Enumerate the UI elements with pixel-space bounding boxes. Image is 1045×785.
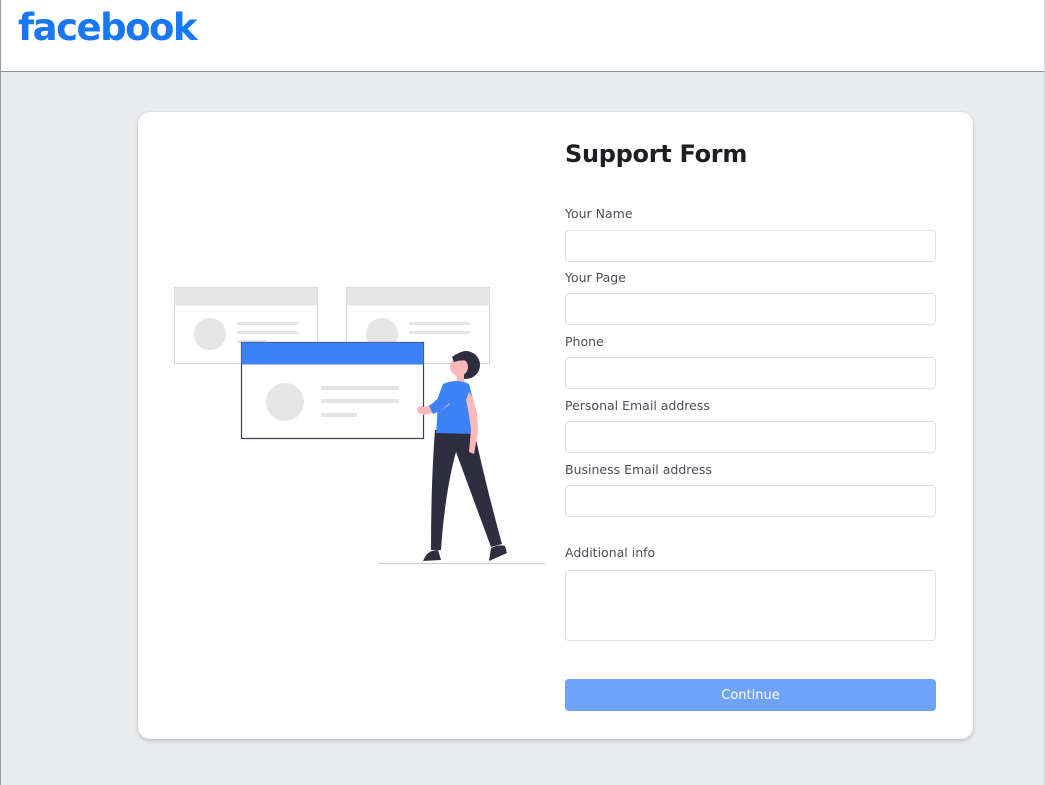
person-figure	[417, 351, 507, 561]
support-card: Support Form Your Name Your Page Phone P…	[138, 112, 973, 739]
business-email-label: Business Email address	[565, 462, 712, 477]
page: facebook Support Form Your Name Your Pag…	[0, 0, 1045, 785]
top-header: facebook	[1, 0, 1044, 72]
phone-input[interactable]	[565, 357, 936, 389]
business-email-input[interactable]	[565, 485, 936, 517]
foreground-card	[240, 341, 425, 440]
personal-email-input[interactable]	[565, 421, 936, 453]
additional-info-textarea[interactable]	[565, 570, 936, 641]
continue-button[interactable]: Continue	[565, 679, 936, 711]
personal-email-label: Personal Email address	[565, 398, 710, 413]
your-name-input[interactable]	[565, 230, 936, 262]
facebook-logo[interactable]: facebook	[18, 6, 198, 49]
phone-label: Phone	[565, 334, 604, 349]
your-page-input[interactable]	[565, 293, 936, 325]
your-page-label: Your Page	[565, 270, 626, 285]
form-title: Support Form	[565, 140, 748, 168]
your-name-label: Your Name	[565, 206, 633, 221]
support-person-illustration	[174, 287, 545, 565]
additional-info-label: Additional info	[565, 545, 656, 560]
